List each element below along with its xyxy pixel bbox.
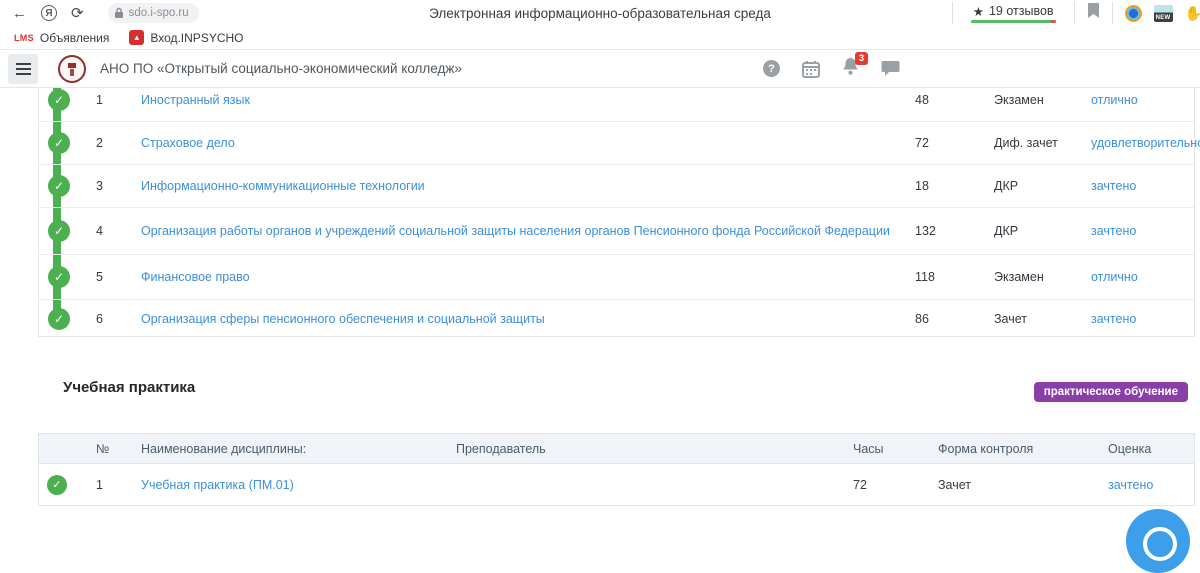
grade-link[interactable]: удовлетворительно	[1091, 136, 1200, 150]
row-number: 1	[83, 88, 123, 112]
table-row: ✓ 5 Финансовое право 118 Экзамен отлично	[39, 254, 1194, 299]
back-icon[interactable]: ←	[12, 5, 27, 22]
grades-table: ✓ 1 Иностранный язык 48 Экзамен отлично …	[38, 88, 1195, 337]
extension-icon[interactable]	[1125, 5, 1142, 22]
hours-value: 72	[915, 136, 994, 150]
control-form: Экзамен	[994, 88, 1091, 112]
url-text: sdo.i-spo.ru	[129, 7, 189, 19]
control-form: Зачет	[900, 478, 1073, 492]
table-row: ✓ 3 Информационно-коммуникационные техно…	[39, 164, 1194, 207]
table-row: ✓ 6 Организация сферы пенсионного обеспе…	[39, 299, 1194, 337]
control-form: ДКР	[994, 179, 1091, 193]
hours-value: 72	[815, 478, 900, 492]
inpsycho-favicon: ▲	[129, 30, 144, 45]
chat-icon[interactable]	[881, 60, 900, 77]
bookmark-icon[interactable]	[1087, 3, 1100, 24]
hours-value: 132	[915, 224, 994, 238]
col-teacher: Преподаватель	[453, 442, 815, 456]
completed-check-icon: ✓	[48, 308, 70, 330]
reviews-label: 19 отзывов	[989, 4, 1054, 18]
refresh-icon[interactable]: ⟳	[71, 4, 84, 22]
row-number: 1	[83, 478, 123, 492]
col-grade: Оценка	[1073, 442, 1194, 456]
control-form: Диф. зачет	[994, 136, 1091, 150]
rating-bar	[971, 20, 1056, 23]
discipline-link[interactable]: Организация работы органов и учреждений …	[141, 224, 890, 238]
table-row: ✓ 4 Организация работы органов и учрежде…	[39, 207, 1194, 254]
row-number: 2	[83, 136, 123, 150]
practice-badge: практическое обучение	[1034, 382, 1188, 402]
grade-link[interactable]: зачтено	[1091, 312, 1136, 326]
discipline-link[interactable]: Информационно-коммуникационные технологи…	[141, 179, 425, 193]
bookmark-label: Вход.INPSYCHO	[150, 31, 243, 45]
grade-link[interactable]: зачтено	[1091, 224, 1136, 238]
completed-check-icon: ✓	[48, 175, 70, 197]
discipline-link[interactable]: Учебная практика (ПМ.01)	[141, 478, 294, 492]
completed-check-icon: ✓	[47, 475, 67, 495]
hours-value: 118	[915, 270, 994, 284]
divider	[952, 2, 953, 24]
hours-value: 86	[915, 312, 994, 326]
col-discipline: Наименование дисциплины:	[123, 442, 453, 456]
table-row: ✓ 2 Страховое дело 72 Диф. зачет удовлет…	[39, 121, 1194, 164]
grade-link[interactable]: отлично	[1091, 270, 1138, 284]
table-header-row: № Наименование дисциплины: Преподаватель…	[39, 434, 1194, 464]
completed-check-icon: ✓	[48, 132, 70, 154]
hours-value: 48	[915, 88, 994, 112]
row-number: 4	[83, 224, 123, 238]
row-number: 3	[83, 179, 123, 193]
discipline-link[interactable]: Организация сферы пенсионного обеспечени…	[141, 312, 545, 326]
bookmark-item-inpsycho[interactable]: ▲ Вход.INPSYCHO	[123, 30, 249, 45]
new-badge: NEW	[1154, 15, 1173, 21]
new-extension-icon[interactable]: NEW	[1154, 5, 1173, 22]
app-header: АНО ПО «Открытый социально-экономический…	[0, 50, 1200, 88]
browser-chrome: ← Я ⟳ sdo.i-spo.ru Электронная информаци…	[0, 0, 1200, 26]
notifications-bell-icon[interactable]: 3	[842, 57, 859, 80]
chat-widget-button[interactable]	[1126, 509, 1190, 573]
row-number: 5	[83, 270, 123, 284]
lock-icon	[114, 7, 124, 19]
calendar-icon[interactable]	[802, 60, 820, 78]
menu-icon[interactable]	[8, 54, 38, 84]
practice-table: № Наименование дисциплины: Преподаватель…	[38, 433, 1195, 506]
reviews-button[interactable]: ★ 19 отзывов	[965, 4, 1062, 23]
bookmark-label: Объявления	[40, 31, 109, 45]
discipline-link[interactable]: Страховое дело	[141, 136, 235, 150]
table-row: ✓ 1 Учебная практика (ПМ.01) 72 Зачет за…	[39, 464, 1194, 505]
bookmark-item-lms[interactable]: LMS Объявления	[8, 31, 115, 45]
control-form: ДКР	[994, 224, 1091, 238]
bookmarks-bar: LMS Объявления ▲ Вход.INPSYCHO	[0, 26, 1200, 50]
col-hours: Часы	[815, 442, 900, 456]
control-form: Экзамен	[994, 270, 1091, 284]
hand-icon[interactable]: ✋	[1185, 5, 1200, 22]
col-number: №	[83, 442, 123, 456]
grade-link[interactable]: зачтено	[1108, 478, 1153, 492]
divider	[1112, 2, 1113, 24]
notification-count-badge: 3	[855, 52, 868, 65]
discipline-link[interactable]: Иностранный язык	[141, 93, 250, 107]
lms-favicon: LMS	[14, 33, 34, 43]
college-logo	[58, 55, 86, 83]
row-number: 6	[83, 312, 123, 326]
discipline-link[interactable]: Финансовое право	[141, 270, 250, 284]
section-title: Учебная практика	[63, 379, 195, 396]
completed-check-icon: ✓	[48, 89, 70, 111]
col-control: Форма контроля	[900, 442, 1073, 456]
address-bar[interactable]: sdo.i-spo.ru	[108, 3, 199, 23]
table-row: ✓ 1 Иностранный язык 48 Экзамен отлично	[39, 88, 1194, 121]
star-icon: ★	[973, 4, 984, 19]
yandex-icon[interactable]: Я	[41, 5, 57, 21]
hours-value: 18	[915, 179, 994, 193]
control-form: Зачет	[994, 312, 1091, 326]
college-name: АНО ПО «Открытый социально-экономический…	[100, 61, 462, 76]
completed-check-icon: ✓	[48, 266, 70, 288]
help-icon[interactable]: ?	[763, 60, 780, 77]
grade-link[interactable]: отлично	[1091, 93, 1138, 107]
grade-link[interactable]: зачтено	[1091, 179, 1136, 193]
completed-check-icon: ✓	[48, 220, 70, 242]
divider	[1074, 2, 1075, 24]
